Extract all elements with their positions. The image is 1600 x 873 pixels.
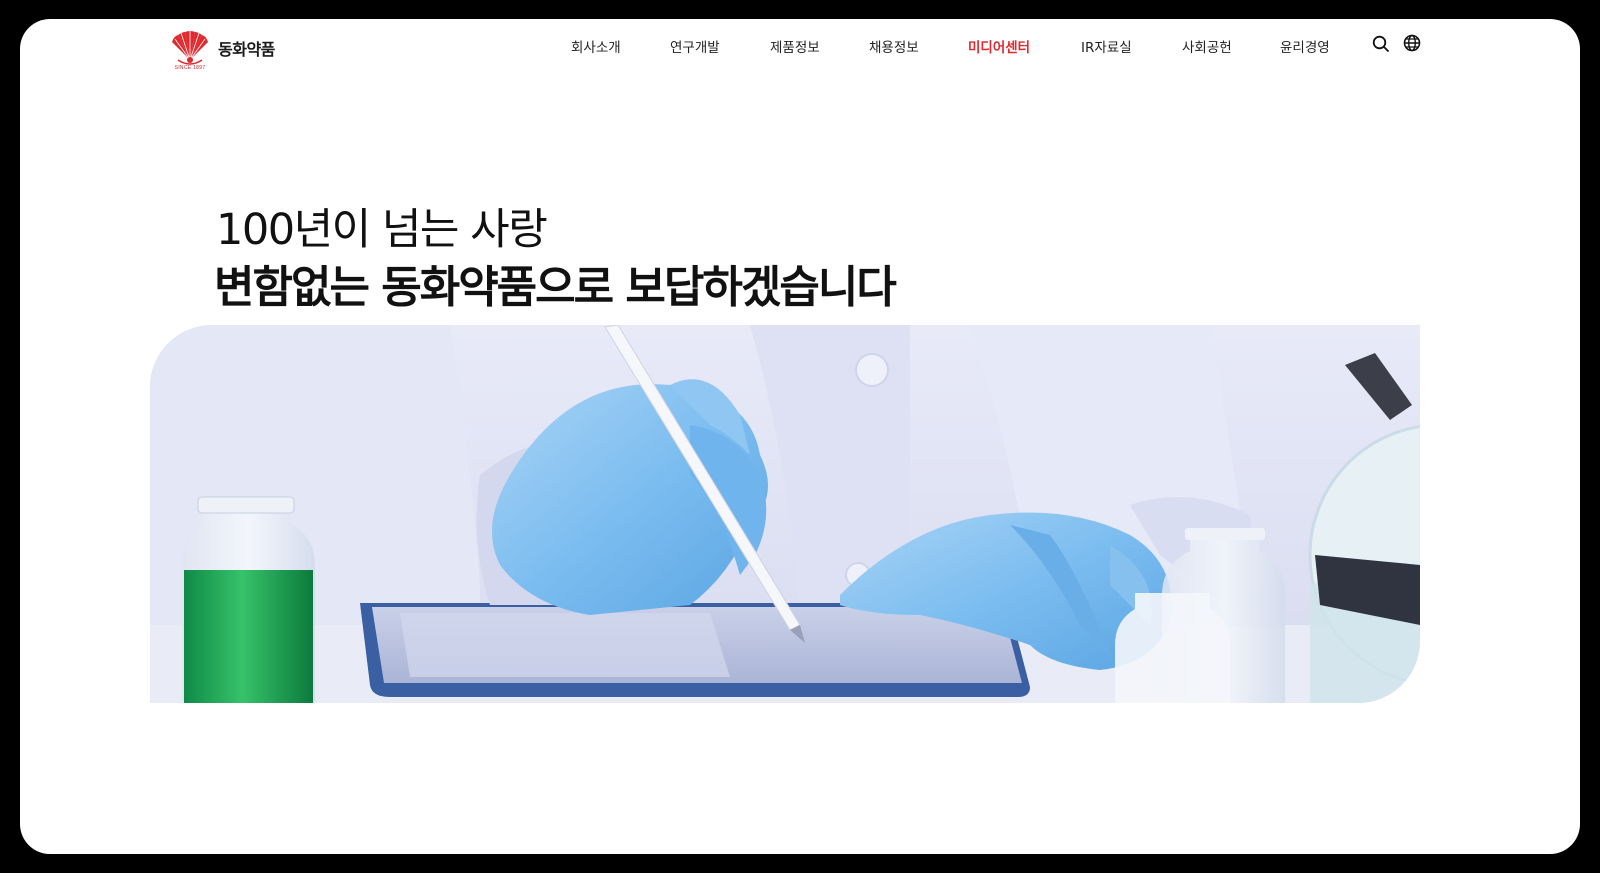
search-icon[interactable]: [1371, 34, 1391, 54]
hero-title-line2: 변함없는 동화약품으로 보답하겠습니다: [214, 262, 897, 313]
nav-item-company[interactable]: 회사소개: [571, 36, 621, 56]
lab-researcher-gloves-tablet-image: [150, 325, 1420, 703]
brand-logo[interactable]: SINCE 1897 동화약품: [168, 27, 298, 75]
browser-page: SINCE 1897 동화약품 회사소개 연구개발 제품정보 채용정보 미디어센…: [20, 19, 1580, 854]
brand-since: SINCE 1897: [174, 65, 206, 71]
globe-icon[interactable]: [1402, 33, 1422, 53]
nav-item-rnd[interactable]: 연구개발: [670, 36, 720, 56]
hero-title-line1: 100년이 넘는 사랑: [216, 205, 548, 255]
nav-item-ethics[interactable]: 윤리경영: [1280, 36, 1330, 56]
nav-item-media-center[interactable]: 미디어센터: [968, 36, 1030, 56]
nav-item-csr[interactable]: 사회공헌: [1182, 36, 1232, 56]
nav-item-ir[interactable]: IR자료실: [1081, 36, 1132, 56]
fan-logo-icon: SINCE 1897: [168, 30, 208, 72]
nav-item-careers[interactable]: 채용정보: [869, 36, 919, 56]
nav-item-products[interactable]: 제품정보: [770, 36, 820, 56]
brand-name: 동화약품: [218, 40, 275, 59]
